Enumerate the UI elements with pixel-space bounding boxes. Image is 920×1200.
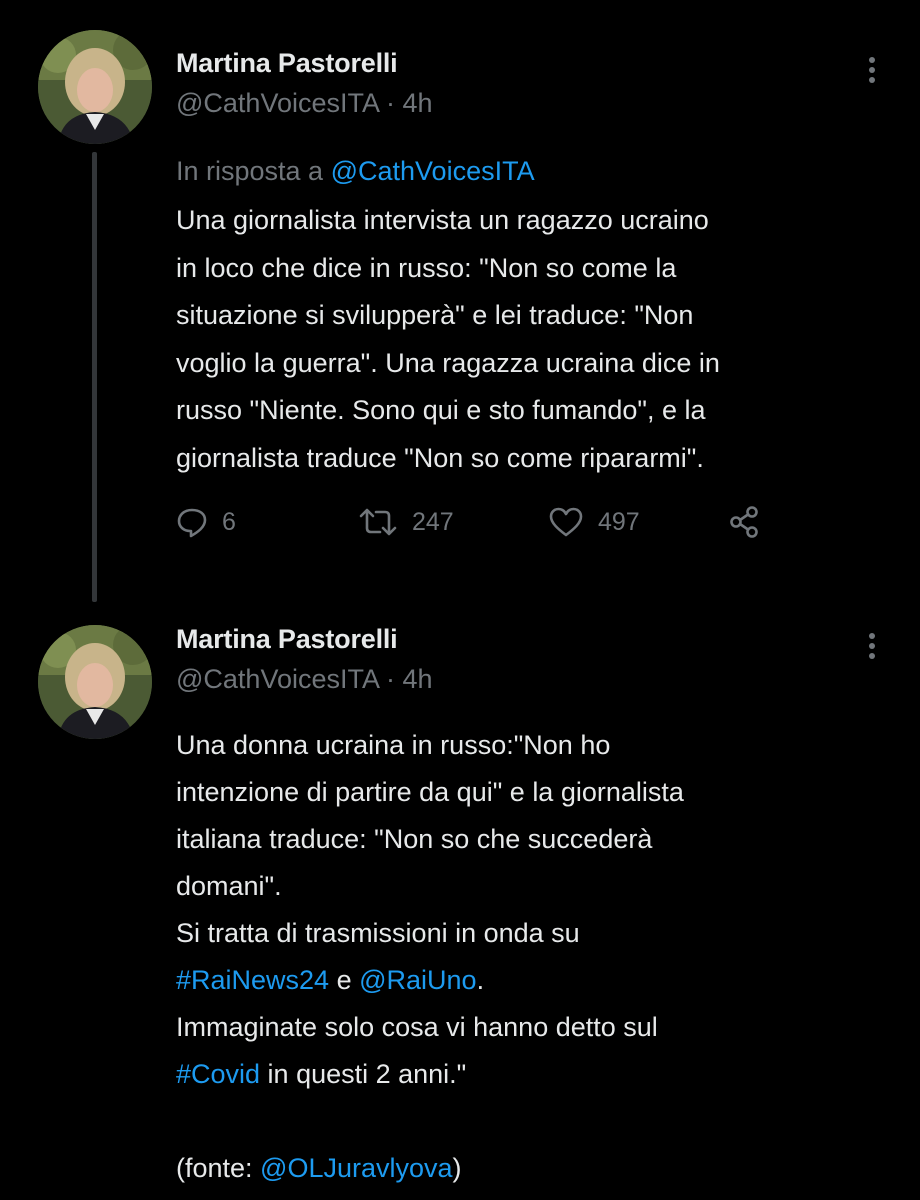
avatar[interactable] xyxy=(38,625,152,739)
more-vertical-icon[interactable] xyxy=(858,50,886,90)
author-name[interactable]: Martina Pastorelli xyxy=(176,48,398,79)
meta-separator: · xyxy=(386,664,396,694)
text-fragment: ) xyxy=(452,1153,462,1183)
text-line: domani". xyxy=(176,871,282,901)
text-fragment: (fonte: xyxy=(176,1153,261,1183)
mention-link[interactable]: @OLJuravlyova xyxy=(260,1153,452,1183)
text-line: Si tratta di trasmissioni in onda su xyxy=(176,918,580,948)
thread-connector xyxy=(92,152,97,602)
share-button[interactable] xyxy=(728,500,762,544)
share-icon xyxy=(730,506,758,538)
author-name[interactable]: Martina Pastorelli xyxy=(176,624,398,655)
tweet[interactable]: Martina Pastorelli @CathVoicesITA · 4h U… xyxy=(0,610,920,1200)
reply-prefix: In risposta a xyxy=(176,156,324,186)
action-bar: 6 247 497 xyxy=(176,500,796,544)
meta-separator: · xyxy=(386,88,396,118)
text-line: in loco che dice in russo: "Non so come … xyxy=(176,252,677,283)
reply-mention-link[interactable]: @CathVoicesITA xyxy=(331,156,535,186)
text-line: #Covid in questi 2 anni." xyxy=(176,1051,896,1098)
like-button[interactable]: 497 xyxy=(548,500,640,544)
text-line: situazione si svilupperà" e lei traduce:… xyxy=(176,300,694,330)
tweet[interactable]: Martina Pastorelli @CathVoicesITA · 4h I… xyxy=(0,0,920,610)
text-fragment: . xyxy=(476,965,485,995)
author-handle[interactable]: @CathVoicesITA xyxy=(176,88,379,118)
like-count: 497 xyxy=(598,507,640,536)
text-line: Una giornalista intervista un ragazzo uc… xyxy=(176,205,709,235)
text-line: (fonte: @OLJuravlyova) xyxy=(176,1145,896,1192)
text-line: #RaiNews24 e @RaiUno. xyxy=(176,957,896,1004)
retweet-icon xyxy=(359,508,397,536)
author-meta: @CathVoicesITA · 4h xyxy=(176,664,433,695)
text-line: voglio la guerra". Una ragazza ucraina d… xyxy=(176,347,720,378)
tweet-text: Una giornalista intervista un ragazzo uc… xyxy=(176,197,896,482)
author-meta: @CathVoicesITA · 4h xyxy=(176,88,433,119)
reply-icon xyxy=(177,508,207,538)
text-line: Immaginate solo cosa vi hanno detto sul xyxy=(176,1012,658,1042)
text-line: Una donna ucraina in russo:"Non ho xyxy=(176,730,611,760)
retweet-button[interactable]: 247 xyxy=(358,500,454,544)
hashtag-link[interactable]: #RaiNews24 xyxy=(176,965,329,995)
reply-context: In risposta a @CathVoicesITA xyxy=(176,156,535,187)
tweet-time[interactable]: 4h xyxy=(403,88,433,118)
text-fragment: in questi 2 anni." xyxy=(260,1059,467,1089)
text-line: russo "Niente. Sono qui e sto fumando", … xyxy=(176,395,706,425)
text-line: italiana traduce: "Non so che succederà xyxy=(176,824,653,854)
retweet-count: 247 xyxy=(412,507,454,536)
heart-icon xyxy=(549,507,583,537)
mention-link[interactable]: @RaiUno xyxy=(359,965,476,995)
reply-count: 6 xyxy=(222,507,236,536)
more-vertical-icon[interactable] xyxy=(858,626,886,666)
hashtag-link[interactable]: #Covid xyxy=(176,1059,260,1089)
tweet-text: Una donna ucraina in russo:"Non ho inten… xyxy=(176,722,896,1192)
tweet-time[interactable]: 4h xyxy=(403,664,433,694)
reply-button[interactable]: 6 xyxy=(176,500,236,544)
text-line: giornalista traduce "Non so come riparar… xyxy=(176,442,704,473)
author-handle[interactable]: @CathVoicesITA xyxy=(176,664,379,694)
text-fragment: e xyxy=(329,965,360,995)
avatar[interactable] xyxy=(38,30,152,144)
text-line: intenzione di partire da qui" e la giorn… xyxy=(176,777,684,807)
